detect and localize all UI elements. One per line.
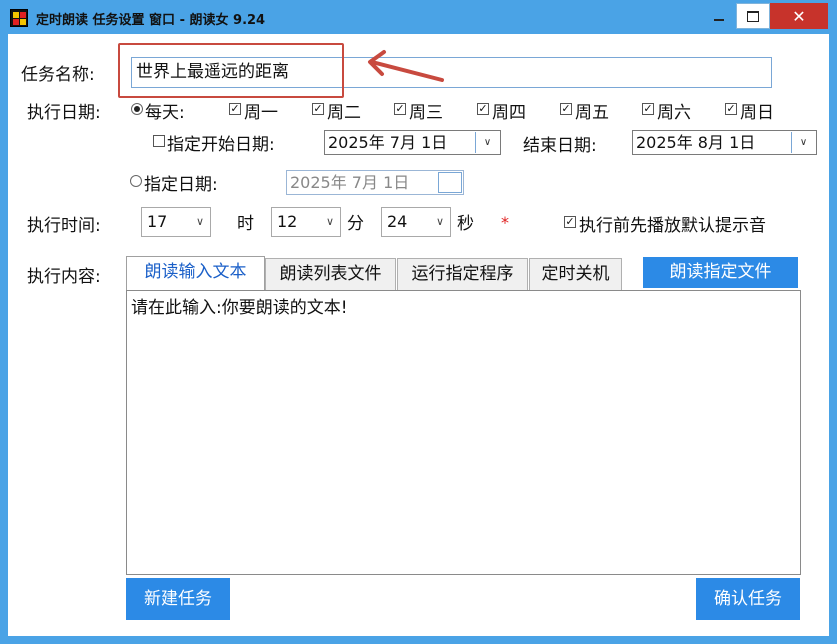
- weekday-checkbox-tue[interactable]: ✓: [312, 103, 324, 115]
- specific-date-value: 2025年 7月 1日: [290, 173, 410, 192]
- specific-date-picker[interactable]: 2025年 7月 1日: [286, 170, 464, 195]
- start-date-checkbox[interactable]: [153, 135, 165, 147]
- chevron-down-icon: ∨: [435, 215, 444, 228]
- specific-date-radio[interactable]: [130, 175, 142, 187]
- hour-select[interactable]: 17 ∨: [141, 207, 211, 237]
- hour-unit: 时: [237, 214, 254, 234]
- tab-scheduled-shutdown[interactable]: 定时关机: [529, 258, 622, 290]
- dialog-body: 任务名称: 世界上最遥远的距离 执行日期: 每天: ✓ 周一 ✓ 周二 ✓ 周三…: [8, 34, 829, 636]
- specific-date-dropdown[interactable]: [438, 172, 462, 193]
- app-window: 定时朗读 任务设置 窗口 - 朗读女 9.24 ✕ 任务名称: 世界上最遥远的距…: [0, 0, 837, 644]
- content-label: 执行内容:: [27, 267, 101, 287]
- weekday-label-sun: 周日: [740, 103, 774, 123]
- end-date-value: 2025年 8月 1日: [636, 133, 756, 152]
- annotation-highlight-box: [118, 43, 344, 98]
- text-input-area[interactable]: 请在此输入:你要朗读的文本!: [126, 290, 801, 575]
- weekday-checkbox-sun[interactable]: ✓: [725, 103, 737, 115]
- weekday-checkbox-fri[interactable]: ✓: [560, 103, 572, 115]
- title-bar[interactable]: 定时朗读 任务设置 窗口 - 朗读女 9.24 ✕: [0, 0, 837, 34]
- specific-date-label: 指定日期:: [144, 175, 218, 195]
- minute-select[interactable]: 12 ∨: [271, 207, 341, 237]
- second-unit: 秒: [457, 214, 474, 234]
- start-date-label: 指定开始日期:: [167, 135, 275, 155]
- maximize-icon: [747, 10, 759, 22]
- exec-date-label: 执行日期:: [27, 103, 101, 123]
- annotation-arrow-icon: [368, 50, 444, 82]
- app-logo-icon: [10, 9, 28, 27]
- minimize-button[interactable]: [704, 3, 734, 29]
- play-sound-checkbox[interactable]: ✓: [564, 216, 576, 228]
- tab-run-program[interactable]: 运行指定程序: [397, 258, 528, 290]
- exec-time-label: 执行时间:: [27, 216, 101, 236]
- new-task-button[interactable]: 新建任务: [126, 578, 230, 620]
- weekday-label-tue: 周二: [327, 103, 361, 123]
- chevron-down-icon[interactable]: ∨: [791, 132, 815, 153]
- window-title: 定时朗读 任务设置 窗口 - 朗读女 9.24: [36, 13, 266, 28]
- required-mark: *: [501, 213, 509, 232]
- weekday-label-wed: 周三: [409, 103, 443, 123]
- chevron-down-icon: ∨: [325, 215, 334, 228]
- read-file-button[interactable]: 朗读指定文件: [643, 257, 798, 288]
- tab-read-input-text[interactable]: 朗读输入文本: [126, 256, 265, 290]
- weekday-label-fri: 周五: [575, 103, 609, 123]
- weekday-checkbox-mon[interactable]: ✓: [229, 103, 241, 115]
- weekday-checkbox-wed[interactable]: ✓: [394, 103, 406, 115]
- start-date-picker[interactable]: 2025年 7月 1日 ∨: [324, 130, 501, 155]
- end-date-picker[interactable]: 2025年 8月 1日 ∨: [632, 130, 817, 155]
- weekday-label-thu: 周四: [492, 103, 526, 123]
- close-button[interactable]: ✕: [770, 3, 828, 29]
- weekday-checkbox-sat[interactable]: ✓: [642, 103, 654, 115]
- hour-value: 17: [147, 212, 168, 231]
- weekday-label-mon: 周一: [244, 103, 278, 123]
- weekday-label-sat: 周六: [657, 103, 691, 123]
- minute-value: 12: [277, 212, 298, 231]
- weekday-checkbox-thu[interactable]: ✓: [477, 103, 489, 115]
- minimize-icon: [714, 19, 724, 21]
- end-date-label: 结束日期:: [523, 136, 597, 156]
- every-day-label: 每天:: [145, 103, 185, 123]
- chevron-down-icon: ∨: [195, 215, 204, 228]
- second-value: 24: [387, 212, 408, 231]
- close-icon: ✕: [792, 6, 806, 26]
- play-sound-label: 执行前先播放默认提示音: [579, 216, 766, 236]
- second-select[interactable]: 24 ∨: [381, 207, 451, 237]
- confirm-task-button[interactable]: 确认任务: [696, 578, 800, 620]
- task-name-label: 任务名称:: [21, 65, 95, 85]
- tab-read-list-file[interactable]: 朗读列表文件: [265, 258, 396, 290]
- start-date-value: 2025年 7月 1日: [328, 133, 448, 152]
- every-day-radio[interactable]: [131, 103, 143, 115]
- chevron-down-icon[interactable]: ∨: [475, 132, 499, 153]
- maximize-button[interactable]: [736, 3, 770, 29]
- minute-unit: 分: [347, 214, 364, 234]
